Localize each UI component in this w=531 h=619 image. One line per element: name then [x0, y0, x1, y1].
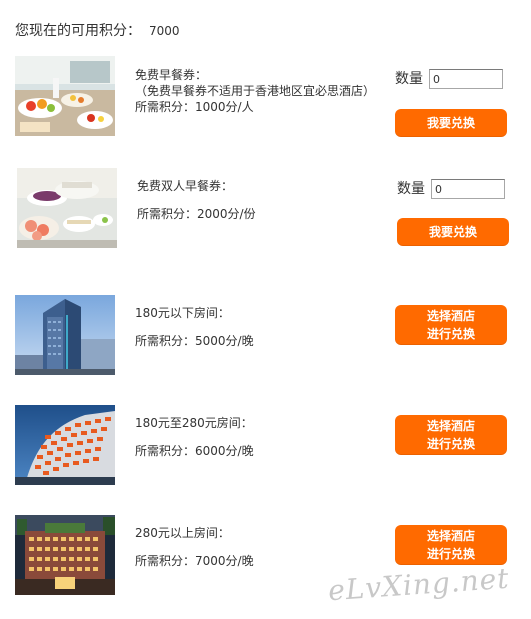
quantity-control: 数量 [397, 178, 505, 199]
redeem-button[interactable]: 我要兑换 [397, 218, 509, 246]
hotel-tower-image [15, 295, 115, 375]
reward-cost: 所需积分：6000分/晚 [135, 444, 254, 458]
reward-title: 免费双人早餐券： [137, 179, 234, 193]
reward-note: （免费早餐券不适用于香港地区宜必思酒店） [135, 84, 376, 98]
quantity-label: 数量 [397, 181, 425, 197]
hotel-facade-image [15, 405, 115, 485]
breakfast-buffet-image [17, 168, 117, 248]
available-points-label: 您现在的可用积分： [15, 23, 141, 39]
reward-title: 280元以上房间： [135, 526, 230, 540]
reward-info: 180元以下房间： 所需积分：5000分/晚 [135, 305, 254, 349]
quantity-label: 数量 [395, 71, 423, 87]
reward-cost: 所需积分：7000分/晚 [135, 554, 254, 568]
hotel-night-image [15, 515, 115, 595]
reward-title: 180元以下房间： [135, 306, 230, 320]
quantity-control: 数量 [395, 68, 503, 89]
select-hotel-button[interactable]: 选择酒店 进行兑换 [395, 305, 507, 345]
select-hotel-button[interactable]: 选择酒店 进行兑换 [395, 525, 507, 565]
reward-info: 180元至280元房间： 所需积分：6000分/晚 [135, 415, 254, 459]
select-hotel-button-line2: 进行兑换 [426, 547, 475, 561]
select-hotel-button-line1: 选择酒店 [426, 309, 475, 323]
available-points: 您现在的可用积分： 7000 [15, 20, 180, 40]
reward-cost: 所需积分：1000分/人 [135, 100, 254, 114]
reward-cost: 所需积分：5000分/晚 [135, 334, 254, 348]
reward-title: 免费早餐券： [135, 68, 208, 82]
watermark: eLvXing.net [327, 561, 511, 608]
quantity-input[interactable] [429, 69, 503, 89]
select-hotel-button-line2: 进行兑换 [426, 437, 475, 451]
reward-title: 180元至280元房间： [135, 416, 253, 430]
redeem-button[interactable]: 我要兑换 [395, 109, 507, 137]
reward-info: 免费早餐券： （免费早餐券不适用于香港地区宜必思酒店） 所需积分：1000分/人 [135, 67, 376, 115]
reward-cost: 所需积分：2000分/份 [137, 207, 256, 221]
select-hotel-button-line1: 选择酒店 [426, 419, 475, 433]
select-hotel-button-line1: 选择酒店 [426, 529, 475, 543]
quantity-input[interactable] [431, 179, 505, 199]
reward-info: 280元以上房间： 所需积分：7000分/晚 [135, 525, 254, 569]
available-points-value: 7000 [149, 24, 180, 38]
reward-info: 免费双人早餐券： 所需积分：2000分/份 [137, 178, 256, 222]
breakfast-buffet-image [15, 56, 115, 136]
select-hotel-button[interactable]: 选择酒店 进行兑换 [395, 415, 507, 455]
select-hotel-button-line2: 进行兑换 [426, 327, 475, 341]
